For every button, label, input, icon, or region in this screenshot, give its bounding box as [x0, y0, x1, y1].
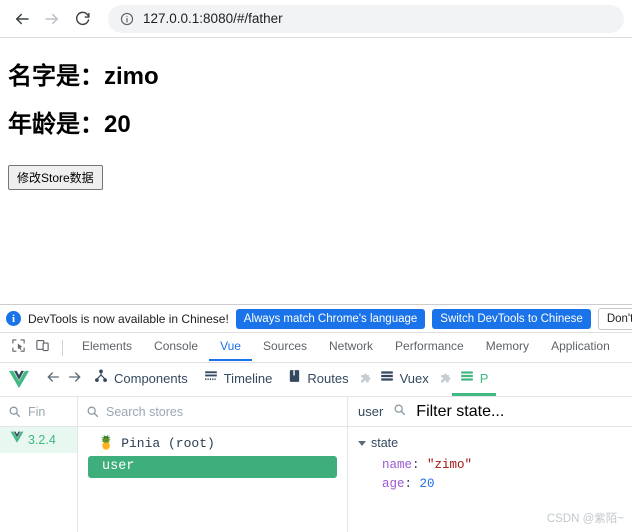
tab-elements[interactable]: Elements — [71, 334, 143, 361]
components-search[interactable]: Fin — [0, 397, 77, 427]
tab-application[interactable]: Application — [540, 334, 621, 361]
arrow-left-icon — [13, 10, 31, 28]
address-bar-url: 127.0.0.1:8080/#/father — [143, 11, 283, 26]
components-column: Fin 3.2.4 — [0, 397, 78, 532]
devtools-language-banner: i DevTools is now available in Chinese! … — [0, 305, 632, 333]
state-node-label: state — [371, 436, 399, 450]
property-colon: : — [412, 458, 428, 472]
vue-nav-vuex-label: Vuex — [399, 370, 429, 386]
property-key: age — [382, 477, 405, 492]
vue-devtools-body: Fin 3.2.4 Search stores 🍍 Pinia (root) u… — [0, 397, 632, 532]
inspect-element-button[interactable] — [6, 337, 30, 359]
vue-nav-pinia-label: P — [479, 370, 489, 386]
stores-search[interactable]: Search stores — [78, 397, 347, 427]
switch-devtools-to-chinese-button[interactable]: Switch DevTools to Chinese — [432, 308, 591, 329]
inspect-element-icon — [11, 338, 26, 358]
state-detail-column: user Filter state... state name: "zimo" — [348, 397, 632, 532]
age-heading: 年龄是：20 — [8, 111, 131, 139]
browser-toolbar: 127.0.0.1:8080/#/father — [0, 0, 632, 38]
modify-store-button[interactable]: 修改Store数据 — [8, 164, 103, 190]
search-icon — [393, 403, 406, 421]
state-node-toggle[interactable]: state — [358, 436, 632, 450]
vue-nav-routes[interactable]: Routes — [280, 363, 356, 396]
filter-state-placeholder[interactable]: Filter state... — [416, 403, 504, 421]
state-property-row[interactable]: age: 20 — [382, 475, 632, 494]
address-bar[interactable]: 127.0.0.1:8080/#/father — [108, 4, 624, 33]
watermark: CSDN @紫陌~ — [546, 513, 624, 525]
stores-column: Search stores 🍍 Pinia (root) user — [78, 397, 348, 532]
always-match-language-button[interactable]: Always match Chrome's language — [235, 308, 426, 329]
component-version-label: 3.2.4 — [28, 433, 56, 447]
state-property-row[interactable]: name: "zimo" — [382, 456, 632, 475]
pineapple-icon: 🍍 — [98, 436, 115, 451]
store-root-row[interactable]: 🍍 Pinia (root) — [88, 435, 337, 452]
property-colon: : — [404, 477, 420, 492]
banner-message: DevTools is now available in Chinese! — [28, 311, 229, 326]
component-tree-row-root[interactable]: 3.2.4 — [0, 427, 77, 453]
vue-nav-components[interactable]: Components — [86, 363, 196, 396]
arrow-right-icon — [43, 10, 61, 28]
dont-show-again-button[interactable]: Don't sh — [597, 307, 632, 330]
devtools-panel: i DevTools is now available in Chinese! … — [0, 304, 632, 532]
tab-network[interactable]: Network — [318, 334, 384, 361]
forward-button[interactable] — [38, 5, 66, 33]
pinia-stack-icon — [460, 369, 474, 388]
vue-forward-button[interactable] — [64, 369, 86, 391]
reload-icon — [74, 10, 91, 27]
state-detail-header: user Filter state... — [348, 397, 632, 427]
device-toolbar-icon — [35, 338, 50, 358]
store-item-user[interactable]: user — [88, 456, 337, 478]
tab-sources[interactable]: Sources — [252, 334, 318, 361]
vue-nav-routes-label: Routes — [307, 370, 349, 386]
tab-performance[interactable]: Performance — [384, 334, 475, 361]
puzzle-icon — [359, 373, 372, 386]
vue-logo-icon — [8, 370, 30, 390]
routes-book-icon — [288, 369, 301, 388]
back-button[interactable] — [8, 5, 36, 33]
info-circle-icon[interactable] — [120, 12, 134, 26]
toolbar-divider — [62, 339, 63, 356]
vue-nav-timeline-label: Timeline — [223, 370, 273, 386]
vue-back-button[interactable] — [42, 369, 64, 391]
name-heading: 名字是：zimo — [8, 63, 159, 90]
state-properties: name: "zimo" age: 20 — [358, 450, 632, 495]
store-root-label: Pinia (root) — [121, 436, 215, 451]
reload-button[interactable] — [68, 5, 96, 33]
device-toolbar-button[interactable] — [30, 337, 54, 359]
property-key: name — [382, 458, 413, 472]
tab-vue[interactable]: Vue — [209, 334, 252, 361]
stores-list: 🍍 Pinia (root) user — [78, 427, 347, 478]
vue-nav-pinia[interactable]: P — [451, 363, 497, 396]
components-tree-icon — [94, 368, 108, 388]
arrow-right-icon — [67, 369, 83, 390]
search-icon — [86, 405, 99, 418]
info-icon: i — [6, 311, 21, 326]
caret-down-icon — [358, 440, 366, 446]
timeline-icon — [204, 369, 218, 388]
vuex-stack-icon — [380, 369, 394, 388]
vue-logo-icon — [10, 431, 24, 449]
vue-nav-components-label: Components — [114, 370, 188, 386]
components-search-placeholder: Fin — [28, 404, 46, 419]
state-detail-title: user — [358, 404, 384, 419]
stores-search-placeholder: Search stores — [106, 404, 184, 419]
property-value: "zimo" — [427, 458, 473, 472]
tab-memory[interactable]: Memory — [475, 334, 540, 361]
arrow-left-icon — [45, 369, 61, 390]
vue-nav-timeline[interactable]: Timeline — [196, 363, 281, 396]
page-viewport: 名字是：zimo 年龄是：20 修改Store数据 — [0, 38, 632, 304]
devtools-tab-strip: Elements Console Vue Sources Network Per… — [0, 333, 632, 363]
tab-console[interactable]: Console — [143, 334, 209, 361]
vue-devtools-toolbar: Components Timeline Routes Vuex P — [0, 363, 632, 397]
property-value: 20 — [419, 477, 435, 492]
search-icon — [8, 405, 21, 418]
vue-nav-vuex[interactable]: Vuex — [372, 363, 437, 396]
state-tree: state name: "zimo" age: 20 — [348, 427, 632, 495]
puzzle-icon — [439, 373, 452, 386]
